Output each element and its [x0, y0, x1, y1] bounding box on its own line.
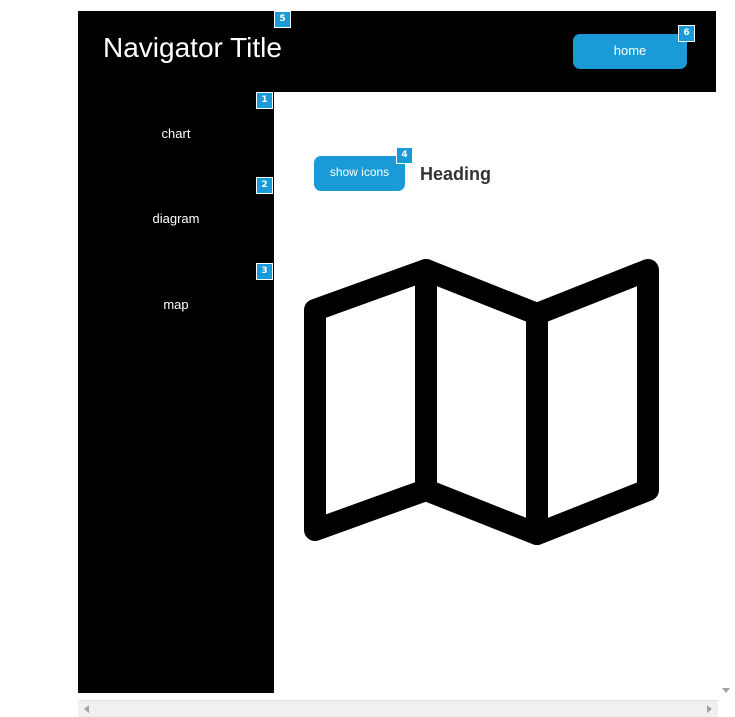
show-icons-button[interactable]: show icons [314, 156, 405, 191]
badge-sidebar-diagram: 2 [256, 177, 273, 194]
header-bar: Navigator Title home [78, 11, 716, 92]
horizontal-scrollbar[interactable] [78, 700, 718, 717]
main-content: show icons Heading [274, 92, 716, 693]
badge-sidebar-map: 3 [256, 263, 273, 280]
sidebar: chart diagram map [78, 92, 274, 693]
home-button[interactable]: home [573, 34, 687, 69]
navigator-title: Navigator Title [103, 32, 282, 63]
sidebar-item-diagram[interactable]: diagram [78, 211, 274, 226]
sidebar-item-map[interactable]: map [78, 297, 274, 312]
scroll-down-arrow-icon[interactable] [722, 688, 730, 693]
scroll-right-arrow-icon[interactable] [707, 705, 712, 713]
sidebar-item-chart[interactable]: chart [78, 126, 274, 141]
app-viewport: Navigator Title home chart diagram map s… [78, 11, 716, 693]
map-icon [304, 259, 659, 545]
badge-show-icons: 4 [396, 147, 413, 164]
content-heading: Heading [420, 164, 492, 184]
badge-home: 6 [678, 25, 695, 42]
scroll-left-arrow-icon[interactable] [84, 705, 89, 713]
badge-title: 5 [274, 11, 291, 28]
vertical-scrollbar[interactable] [716, 11, 735, 700]
badge-sidebar-chart: 1 [256, 92, 273, 109]
